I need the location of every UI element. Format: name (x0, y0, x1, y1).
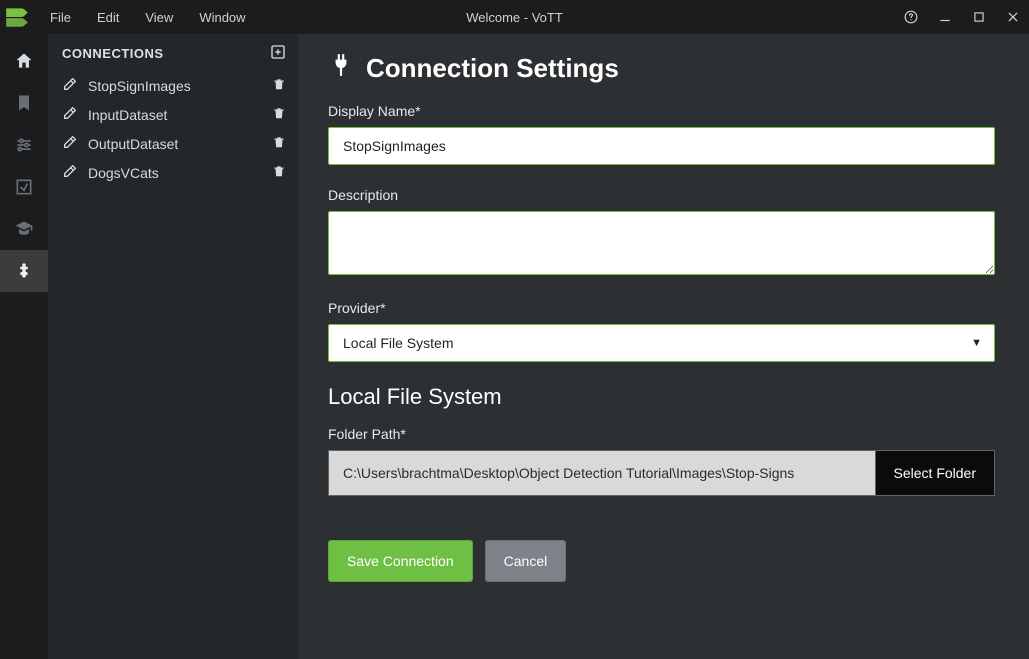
connection-item[interactable]: DogsVCats (48, 158, 298, 187)
save-connection-button[interactable]: Save Connection (328, 540, 473, 582)
description-group: Description (328, 187, 995, 278)
provider-selected-value: Local File System (343, 335, 453, 351)
close-icon[interactable] (1005, 9, 1021, 25)
edit-icon (62, 105, 78, 124)
connections-header: CONNECTIONS (48, 34, 298, 71)
edit-icon (62, 163, 78, 182)
connections-list: StopSignImages InputDataset OutputDatase… (48, 71, 298, 187)
chevron-down-icon: ▼ (971, 337, 982, 349)
folder-path-input[interactable] (328, 450, 875, 496)
delete-connection-icon[interactable] (272, 106, 286, 123)
menu-edit[interactable]: Edit (85, 6, 131, 29)
page-title: Connection Settings (328, 52, 995, 85)
folder-path-group: Folder Path* Select Folder (328, 426, 995, 496)
menu-window[interactable]: Window (187, 6, 257, 29)
connections-panel: CONNECTIONS StopSignImages InputDataset (48, 34, 298, 659)
provider-select[interactable]: Local File System ▼ (328, 324, 995, 362)
delete-connection-icon[interactable] (272, 77, 286, 94)
menu-view[interactable]: View (133, 6, 185, 29)
select-folder-button[interactable]: Select Folder (875, 450, 995, 496)
connection-item-label: OutputDataset (88, 136, 178, 152)
cancel-button[interactable]: Cancel (485, 540, 567, 582)
add-connection-icon[interactable] (270, 44, 286, 63)
folder-path-label: Folder Path* (328, 426, 995, 442)
connection-item-label: StopSignImages (88, 78, 191, 94)
edit-icon (62, 134, 78, 153)
menu-file[interactable]: File (38, 6, 83, 29)
form-actions: Save Connection Cancel (328, 540, 995, 582)
delete-connection-icon[interactable] (272, 135, 286, 152)
nav-sliders[interactable] (0, 124, 48, 166)
nav-bookmark[interactable] (0, 82, 48, 124)
connection-item[interactable]: OutputDataset (48, 129, 298, 158)
connection-item-label: DogsVCats (88, 165, 159, 181)
connections-header-label: CONNECTIONS (62, 46, 164, 61)
display-name-input[interactable] (328, 127, 995, 165)
nav-export[interactable] (0, 166, 48, 208)
description-input[interactable] (328, 211, 995, 275)
help-icon[interactable] (903, 9, 919, 25)
display-name-group: Display Name* (328, 103, 995, 165)
connection-item-label: InputDataset (88, 107, 167, 123)
app-logo (4, 4, 30, 30)
edit-icon (62, 76, 78, 95)
provider-section-title: Local File System (328, 384, 995, 410)
nav-home[interactable] (0, 40, 48, 82)
nav-learn[interactable] (0, 208, 48, 250)
connection-item[interactable]: InputDataset (48, 100, 298, 129)
content-area: Connection Settings Display Name* Descri… (298, 34, 1029, 659)
maximize-icon[interactable] (971, 9, 987, 25)
app-body: CONNECTIONS StopSignImages InputDataset (0, 34, 1029, 659)
provider-label: Provider* (328, 300, 995, 316)
menu-bar: File Edit View Window (38, 6, 258, 29)
description-label: Description (328, 187, 995, 203)
page-title-text: Connection Settings (366, 53, 619, 84)
titlebar: File Edit View Window Welcome - VoTT (0, 0, 1029, 34)
minimize-icon[interactable] (937, 9, 953, 25)
nav-connections[interactable] (0, 250, 48, 292)
delete-connection-icon[interactable] (272, 164, 286, 181)
titlebar-controls (903, 9, 1021, 25)
plug-icon (328, 52, 354, 85)
provider-group: Provider* Local File System ▼ (328, 300, 995, 362)
display-name-label: Display Name* (328, 103, 995, 119)
connection-item[interactable]: StopSignImages (48, 71, 298, 100)
nav-rail (0, 34, 48, 659)
